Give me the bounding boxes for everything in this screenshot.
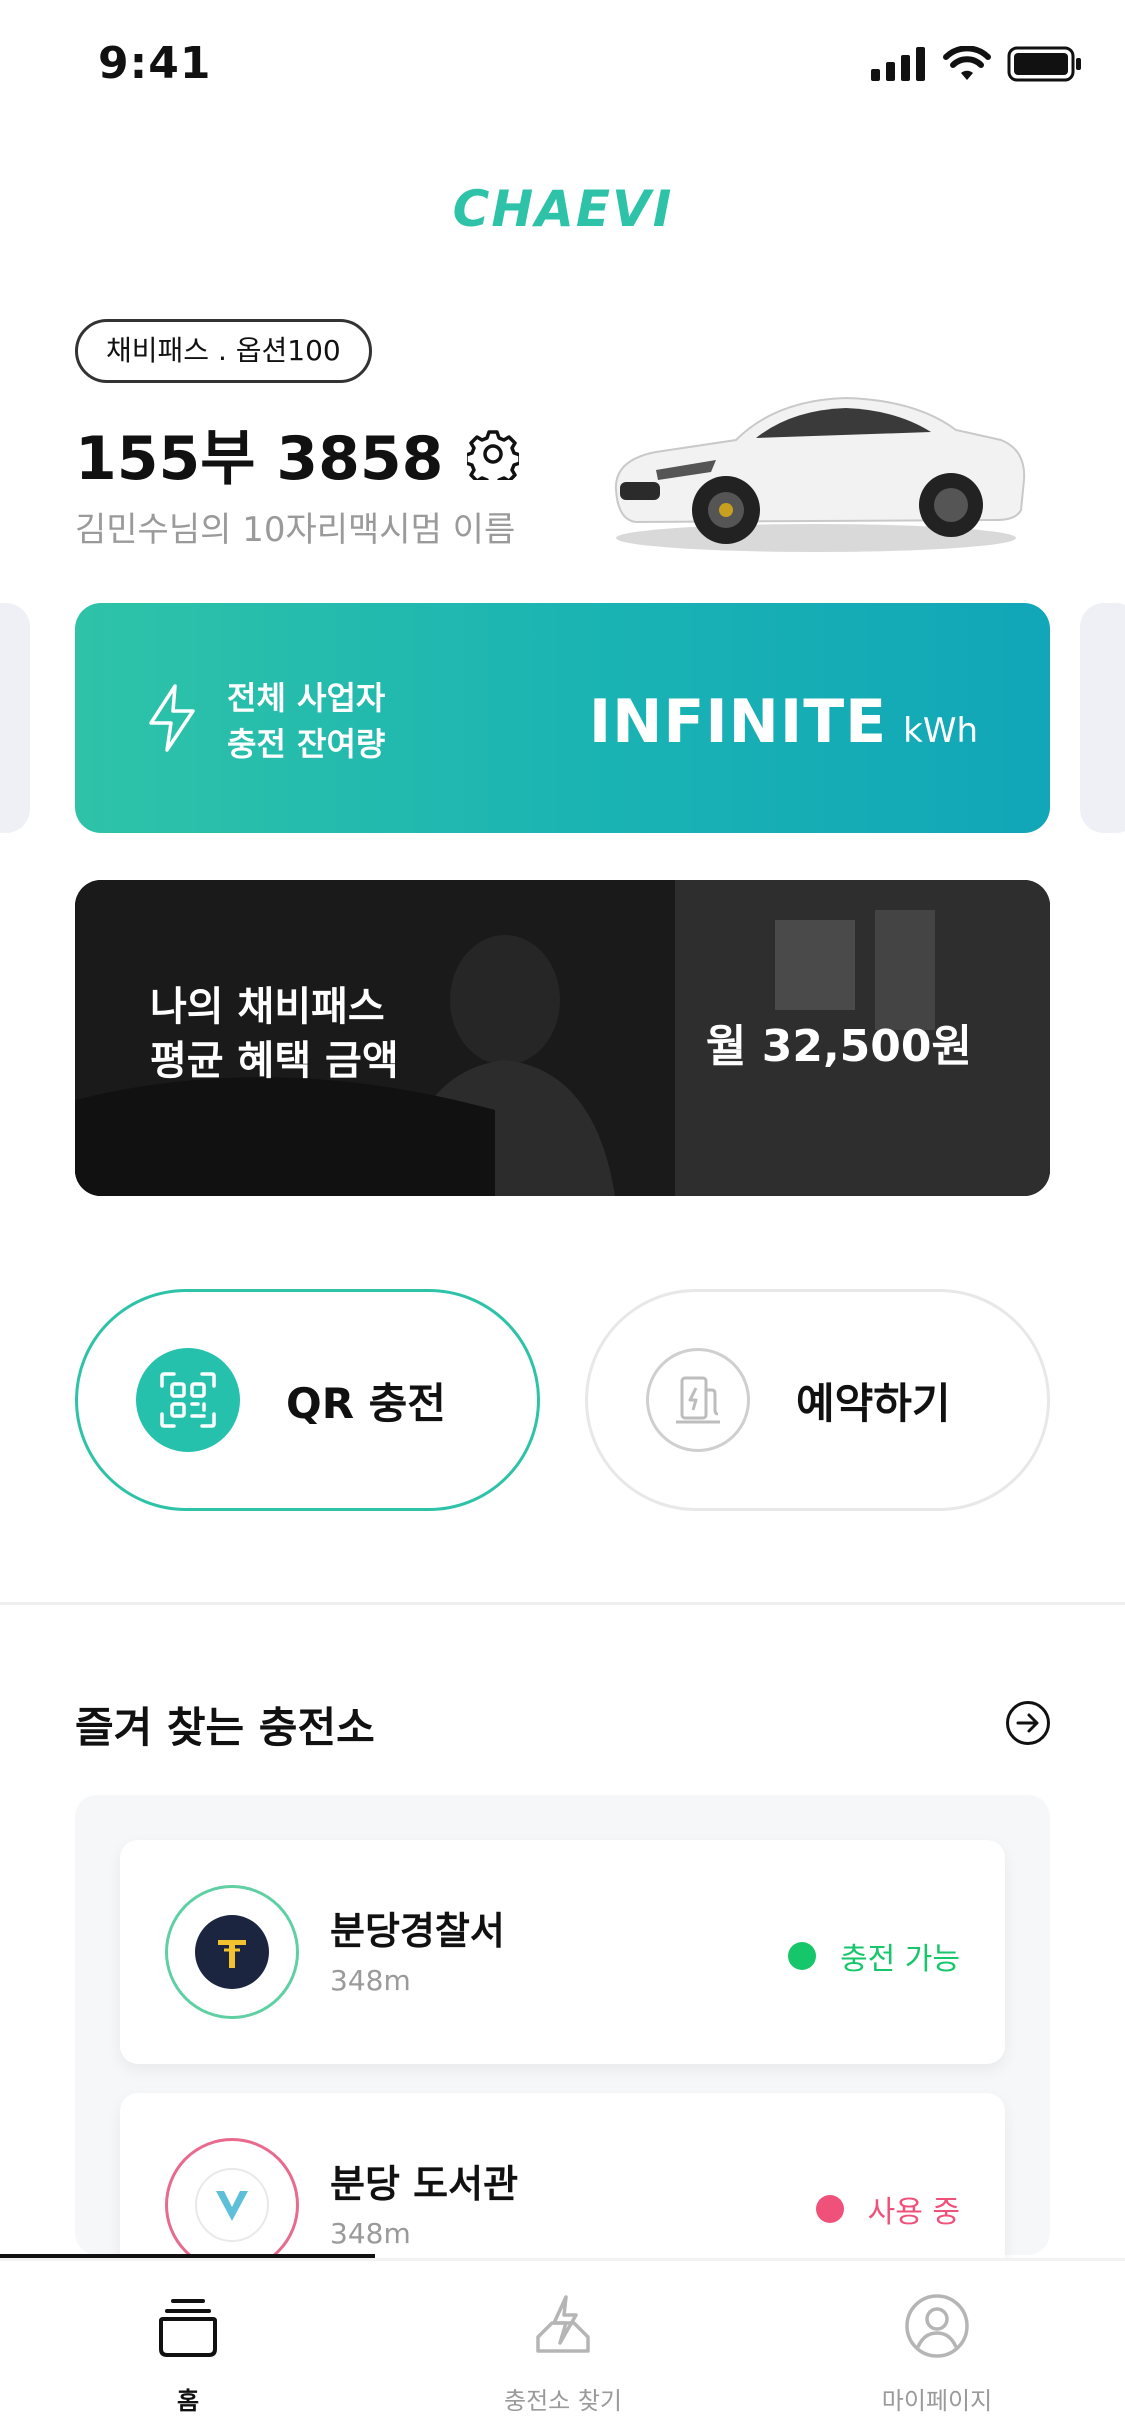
status-icons xyxy=(871,46,1083,82)
next-card-peek[interactable] xyxy=(1080,603,1125,833)
home-icon xyxy=(159,2299,217,2357)
status-bar: 9:41 xyxy=(0,0,1125,130)
reserve-button[interactable]: 예약하기 xyxy=(585,1289,1050,1511)
qr-scan-icon xyxy=(136,1348,240,1452)
cellular-signal-icon xyxy=(871,47,925,81)
benefit-label-line1: 나의 채비패스 xyxy=(150,984,385,1030)
profile-icon xyxy=(905,2294,969,2358)
station-logo xyxy=(165,1885,299,2019)
car-plate-number: 155부 3858 xyxy=(75,424,444,494)
station-distance: 348m xyxy=(330,1964,411,1997)
charging-station-icon xyxy=(536,2295,590,2353)
car-image xyxy=(614,396,1026,552)
section-divider xyxy=(0,1602,1125,1605)
station-logo xyxy=(165,2138,299,2272)
station-name: 분당 도서관 xyxy=(330,2162,519,2206)
charger-icon xyxy=(646,1348,750,1452)
energy-unit: kWh xyxy=(903,711,978,751)
station-status: 충전 가능 xyxy=(788,1934,960,1978)
lightning-icon xyxy=(149,684,195,752)
tab-home[interactable]: 홈 xyxy=(63,2291,313,2416)
tab-mypage[interactable]: 마이페이지 xyxy=(812,2291,1062,2416)
battery-icon xyxy=(1007,46,1081,82)
energy-remaining-card[interactable]: 전체 사업자 충전 잔여량 INFINITE kWh xyxy=(75,603,1050,833)
tmap-logo-icon xyxy=(195,1915,269,1989)
tab-mypage-label: 마이페이지 xyxy=(881,2387,993,2415)
benefit-amount: 월 32,500원 xyxy=(705,1021,972,1072)
owner-caption: 김민수님의 10자리맥시멈 이름 xyxy=(75,510,516,550)
tab-home-label: 홈 xyxy=(176,2387,200,2415)
status-available-dot xyxy=(788,1942,817,1970)
brand-logo: CHAEVI xyxy=(0,180,1125,244)
previous-card-peek[interactable] xyxy=(0,603,30,833)
qr-charge-button[interactable]: QR 충전 xyxy=(75,1289,540,1511)
station-status-label: 충전 가능 xyxy=(840,1942,960,1977)
energy-value: INFINITE kWh xyxy=(589,687,978,757)
tab-find-label: 충전소 찾기 xyxy=(503,2387,623,2415)
status-time: 9:41 xyxy=(98,38,212,89)
chaevi-v-logo-icon xyxy=(195,2168,269,2242)
status-in-use-dot xyxy=(815,2195,844,2223)
station-name: 분당경찰서 xyxy=(330,1909,505,1953)
station-card[interactable]: 분당경찰서 348m 충전 가능 xyxy=(120,1840,1005,2064)
settings-gear-icon[interactable] xyxy=(467,428,520,480)
benefit-card[interactable]: 나의 채비패스 평균 혜택 금액 월 32,500원 xyxy=(75,880,1050,1196)
station-status-label: 사용 중 xyxy=(867,2195,960,2230)
qr-charge-label: QR 충전 xyxy=(286,1378,446,1428)
logo-text: CHAEVI xyxy=(452,180,673,238)
car-number-row: 155부 3858 xyxy=(75,410,520,497)
bottom-tab-bar: 홈 충전소 찾기 마이페이지 xyxy=(0,2258,1125,2436)
tab-find-station[interactable]: 충전소 찾기 xyxy=(438,2291,688,2416)
pass-badge[interactable]: 채비패스 . 옵션100 xyxy=(75,319,372,383)
energy-amount: INFINITE xyxy=(588,687,888,757)
arrow-right-circle-icon[interactable] xyxy=(1005,1700,1051,1746)
energy-label: 전체 사업자 충전 잔여량 xyxy=(227,675,385,767)
favorites-panel: 분당경찰서 348m 충전 가능 분당 도서관 348m 사용 중 xyxy=(75,1795,1050,2317)
wifi-icon xyxy=(943,46,991,80)
reserve-label: 예약하기 xyxy=(796,1378,951,1428)
benefit-label: 나의 채비패스 평균 혜택 금액 xyxy=(150,980,399,1088)
benefit-label-line2: 평균 혜택 금액 xyxy=(150,1038,399,1084)
energy-label-line2: 충전 잔여량 xyxy=(227,725,386,763)
energy-label-line1: 전체 사업자 xyxy=(227,679,386,717)
station-distance: 348m xyxy=(330,2217,411,2250)
station-status: 사용 중 xyxy=(815,2187,960,2231)
favorites-title: 즐겨 찾는 충전소 xyxy=(75,1703,375,1752)
